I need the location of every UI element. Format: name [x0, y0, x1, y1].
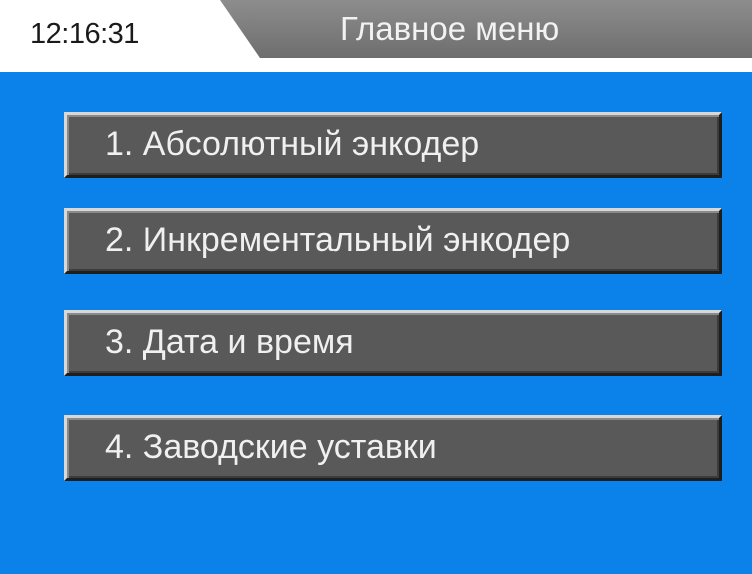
menu-item-factory-settings[interactable]: 4. Заводские уставки [64, 415, 722, 481]
page-title: Главное меню [340, 10, 560, 47]
menu-item-label: 1. Абсолютный энкодер [105, 125, 480, 163]
menu-item-date-time[interactable]: 3. Дата и время [64, 310, 722, 376]
menu-item-label: 2. Инкрементальный энкодер [105, 221, 571, 259]
menu-item-absolute-encoder[interactable]: 1. Абсолютный энкодер [64, 112, 722, 178]
device-screen: 12:16:31 Главное меню 1. Абсолютный энко… [0, 0, 752, 574]
main-menu-panel: 1. Абсолютный энкодер 2. Инкрементальный… [0, 72, 752, 574]
menu-item-label: 3. Дата и время [105, 323, 354, 361]
clock: 12:16:31 [30, 18, 139, 50]
top-bar: 12:16:31 Главное меню [0, 0, 752, 72]
menu-item-incremental-encoder[interactable]: 2. Инкрементальный энкодер [64, 208, 722, 274]
menu-item-label: 4. Заводские уставки [105, 428, 437, 466]
